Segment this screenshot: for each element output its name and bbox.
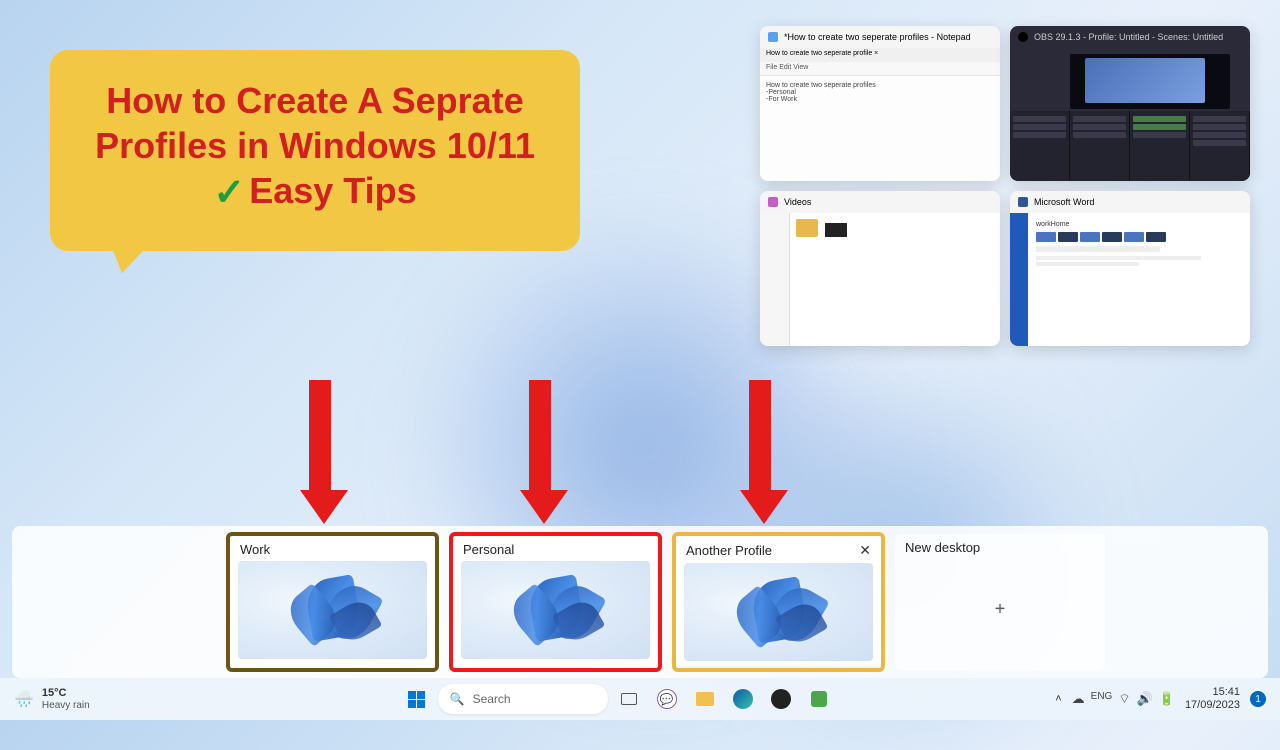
checkmark-icon: ✓	[213, 172, 245, 214]
task-view-button[interactable]	[612, 682, 646, 716]
title-line-3: ✓Easy Tips	[80, 168, 550, 217]
onedrive-icon[interactable]: ☁	[1072, 691, 1085, 707]
chevron-up-icon[interactable]: ˄	[1055, 693, 1061, 705]
arrow-icon	[300, 380, 340, 524]
notepad-icon	[768, 32, 778, 42]
desktop-tile-another[interactable]: Another Profile ✕	[672, 532, 885, 672]
close-desktop-button[interactable]: ✕	[859, 542, 871, 559]
notepad-tab: How to create two seperate profile ×	[760, 48, 1000, 62]
task-view-thumbnails: *How to create two seperate profiles - N…	[760, 26, 1250, 346]
new-desktop-button[interactable]: New desktop +	[895, 534, 1105, 670]
notepad-body: How to create two seperate profiles -Per…	[760, 76, 1000, 181]
weather-widget[interactable]: 🌧️ 15°C Heavy rain	[0, 687, 180, 710]
word-icon	[1018, 197, 1028, 207]
app-button[interactable]	[764, 682, 798, 716]
search-placeholder: Search	[473, 692, 511, 706]
title-callout: How to Create A Seprate Profiles in Wind…	[50, 50, 580, 251]
arrow-icon	[520, 380, 560, 524]
taskview-title: Videos	[784, 197, 811, 207]
taskview-window-explorer[interactable]: Videos	[760, 191, 1000, 346]
weather-temp: 15°C	[42, 687, 90, 699]
explorer-button[interactable]	[688, 682, 722, 716]
plus-icon: +	[995, 598, 1006, 619]
taskview-window-obs[interactable]: OBS 29.1.3 - Profile: Untitled - Scenes:…	[1010, 26, 1250, 181]
edge-button[interactable]	[726, 682, 760, 716]
weather-icon: 🌧️	[14, 689, 34, 709]
notepad-menu: File Edit View	[760, 62, 1000, 76]
folder-icon	[696, 692, 714, 706]
taskview-title: *How to create two seperate profiles - N…	[784, 32, 971, 42]
arrow-icon	[740, 380, 780, 524]
system-tray[interactable]: ☁ ENG ⌔ 🔊 🔋	[1072, 691, 1175, 707]
wifi-icon[interactable]: ⌔	[1118, 691, 1130, 707]
clock[interactable]: 15:41 17/09/2023	[1185, 686, 1240, 711]
word-body: workHome	[1010, 213, 1250, 346]
title-line-1: How to Create A Seprate	[80, 78, 550, 123]
windows-logo-icon	[408, 691, 425, 708]
chat-button[interactable]: 💬	[650, 682, 684, 716]
taskbar-search[interactable]: 🔍 Search	[438, 684, 608, 714]
taskview-title: Microsoft Word	[1034, 197, 1094, 207]
obs-preview-body	[1010, 48, 1250, 181]
desktop-label: Another Profile	[686, 543, 772, 558]
language-indicator[interactable]: ENG	[1091, 691, 1113, 707]
taskbar: 🌧️ 15°C Heavy rain 🔍 Search 💬 ˄ ☁ ENG ⌔ …	[0, 678, 1280, 720]
weather-condition: Heavy rain	[42, 700, 90, 711]
videos-folder-icon	[768, 197, 778, 207]
taskview-title: OBS 29.1.3 - Profile: Untitled - Scenes:…	[1034, 32, 1223, 42]
explorer-body	[760, 213, 1000, 346]
notification-badge[interactable]: 1	[1250, 691, 1266, 707]
desktop-tile-personal[interactable]: Personal	[449, 532, 662, 672]
taskview-window-notepad[interactable]: *How to create two seperate profiles - N…	[760, 26, 1000, 181]
title-line-2: Profiles in Windows 10/11	[80, 123, 550, 168]
clock-time: 15:41	[1185, 686, 1240, 699]
desktop-tile-work[interactable]: Work	[226, 532, 439, 672]
clock-date: 17/09/2023	[1185, 699, 1240, 712]
desktop-label: Personal	[463, 542, 514, 557]
desktop-label: Work	[240, 542, 270, 557]
virtual-desktops-bar: Work Personal Another Profile ✕ New desk…	[12, 526, 1268, 678]
battery-icon[interactable]: 🔋	[1159, 691, 1175, 707]
new-desktop-label: New desktop	[905, 540, 980, 555]
start-button[interactable]	[400, 682, 434, 716]
taskview-window-word[interactable]: Microsoft Word workHome	[1010, 191, 1250, 346]
obs-icon	[1018, 32, 1028, 42]
app-button[interactable]	[802, 682, 836, 716]
search-icon: 🔍	[450, 692, 465, 706]
volume-icon[interactable]: 🔊	[1137, 691, 1153, 707]
